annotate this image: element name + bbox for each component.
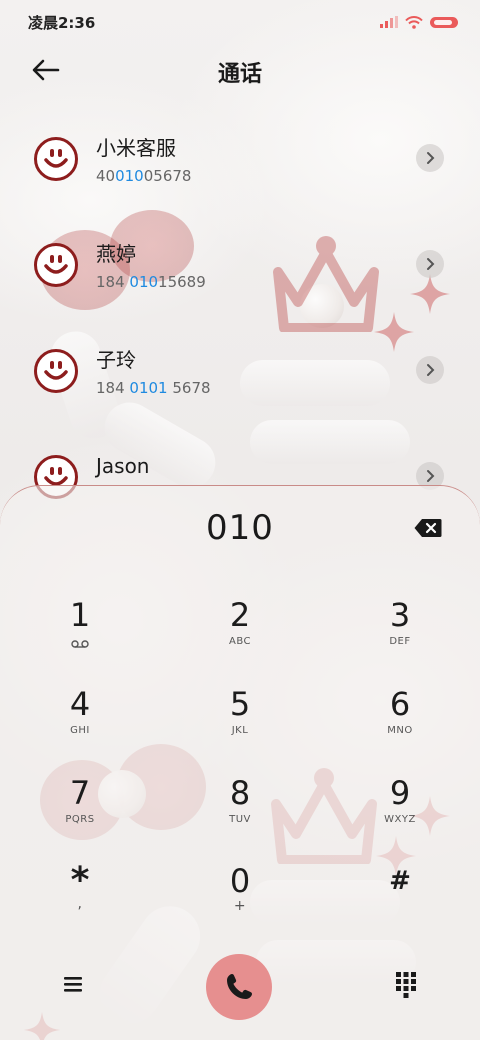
- key-letters: TUV: [229, 814, 251, 825]
- contact-info: 小米客服 4001005678: [96, 134, 191, 187]
- key-digit: 6: [389, 685, 411, 723]
- key-1[interactable]: 1: [25, 596, 135, 668]
- number-match-highlight: 010: [115, 167, 144, 185]
- wifi-icon: [405, 15, 423, 29]
- key-hash[interactable]: #: [345, 862, 455, 934]
- number-prefix: 184: [96, 379, 130, 397]
- chevron-right-icon: [427, 152, 435, 164]
- key-digit: #: [389, 866, 411, 896]
- backspace-icon[interactable]: [414, 518, 442, 538]
- key-letters: JKL: [231, 725, 249, 736]
- contact-list: 小米客服 4001005678 燕婷 184 01015689 子玲 184 0…: [0, 120, 480, 544]
- contact-row[interactable]: 小米客服 4001005678: [0, 120, 480, 226]
- contact-number: 4001005678: [96, 165, 191, 187]
- contact-detail-button[interactable]: [416, 250, 444, 278]
- contact-info: Jason: [96, 452, 150, 480]
- number-prefix: 184: [96, 273, 130, 291]
- key-letters: ABC: [228, 636, 251, 647]
- key-5[interactable]: 5 JKL: [185, 685, 295, 757]
- key-letters: ,: [77, 896, 83, 912]
- contact-name: 小米客服: [96, 136, 176, 160]
- page-title: 通话: [217, 62, 262, 87]
- contact-row[interactable]: 燕婷 184 01015689: [0, 226, 480, 332]
- call-button[interactable]: [206, 954, 272, 1020]
- key-digit: 0: [229, 862, 251, 900]
- number-suffix: 5678: [167, 379, 211, 397]
- smiley-icon: [44, 361, 68, 380]
- key-letters: PQRS: [65, 814, 95, 825]
- key-digit: 7: [69, 774, 91, 812]
- key-8[interactable]: 8 TUV: [185, 774, 295, 846]
- contact-name: 子玲: [96, 348, 136, 372]
- key-6[interactable]: 6 MNO: [345, 685, 455, 757]
- key-digit: 2: [229, 596, 251, 634]
- key-letters: MNO: [387, 725, 413, 736]
- number-match-highlight: 010: [129, 273, 159, 291]
- key-digit: 1: [69, 596, 91, 634]
- number-suffix: 05678: [143, 167, 192, 185]
- voicemail-icon: [71, 640, 89, 648]
- status-time: 凌晨2:36: [28, 13, 96, 32]
- smiley-icon: [44, 255, 68, 274]
- contact-number: 184 01015689: [96, 271, 206, 293]
- key-letters: DEF: [389, 636, 411, 647]
- key-0[interactable]: 0 +: [185, 862, 295, 934]
- contact-name: 燕婷: [96, 242, 136, 266]
- dialpad-icon[interactable]: [396, 972, 416, 998]
- menu-icon[interactable]: [62, 974, 84, 994]
- key-3[interactable]: 3 DEF: [345, 596, 455, 668]
- key-letters: WXYZ: [384, 814, 416, 825]
- battery-icon: [430, 16, 458, 28]
- key-9[interactable]: 9 WXYZ: [345, 774, 455, 846]
- key-digit: 9: [389, 774, 411, 812]
- key-2[interactable]: 2 ABC: [185, 596, 295, 668]
- dialer-panel: 010 1 2 ABC 3 DEF 4 GHI 5 JKL 6 MNO 7 PQ…: [0, 485, 480, 1040]
- status-bar: 凌晨2:36: [0, 0, 480, 44]
- key-digit: *: [70, 860, 90, 901]
- key-7[interactable]: 7 PQRS: [25, 774, 135, 846]
- key-digit: 3: [389, 596, 411, 634]
- key-digit: 8: [229, 774, 251, 812]
- contact-info: 子玲 184 0101 5678: [96, 346, 211, 399]
- avatar: [34, 137, 78, 181]
- dialed-number-display: 010: [206, 508, 274, 548]
- key-star[interactable]: * ,: [25, 862, 135, 934]
- chevron-right-icon: [427, 470, 435, 482]
- status-icons: [380, 15, 458, 29]
- number-suffix: 15689: [158, 273, 206, 291]
- number-match-highlight: 0101: [129, 379, 168, 397]
- contact-name: Jason: [96, 454, 150, 478]
- smiley-icon: [44, 149, 68, 168]
- contact-info: 燕婷 184 01015689: [96, 240, 206, 293]
- contact-number: 184 0101 5678: [96, 377, 211, 399]
- phone-icon: [227, 974, 252, 999]
- key-letters: +: [233, 898, 247, 914]
- contact-detail-button[interactable]: [416, 144, 444, 172]
- key-letters: GHI: [70, 725, 90, 736]
- avatar: [34, 243, 78, 287]
- chevron-right-icon: [427, 364, 435, 376]
- key-4[interactable]: 4 GHI: [25, 685, 135, 757]
- dialer-bottom-bar: [0, 954, 480, 1020]
- signal-icon: [380, 16, 398, 28]
- chevron-right-icon: [427, 258, 435, 270]
- key-digit: 4: [69, 685, 91, 723]
- key-digit: 5: [229, 685, 251, 723]
- app-header: 通话: [0, 48, 480, 92]
- contact-detail-button[interactable]: [416, 356, 444, 384]
- avatar: [34, 349, 78, 393]
- number-prefix: 40: [96, 167, 116, 185]
- contact-row[interactable]: 子玲 184 0101 5678: [0, 332, 480, 438]
